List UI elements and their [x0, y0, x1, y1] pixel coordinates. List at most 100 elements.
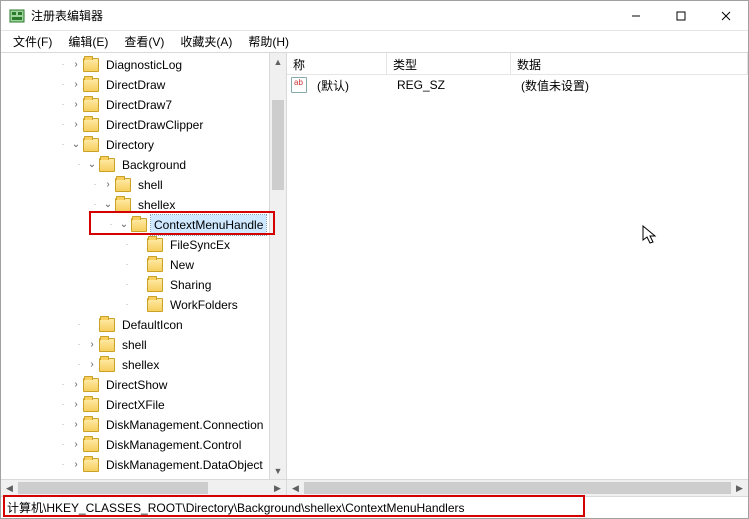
tree-connector: · — [73, 355, 85, 375]
tree-connector: · — [121, 235, 133, 255]
tree-node[interactable]: ·›DirectXFile — [1, 395, 286, 415]
chevron-right-icon[interactable]: › — [69, 398, 83, 412]
tree-node-label: ContextMenuHandle — [151, 215, 266, 235]
chevron-right-icon[interactable]: › — [69, 78, 83, 92]
tree-node[interactable]: ·›DiskManagement.Connection — [1, 415, 286, 435]
col-data[interactable]: 数据 — [511, 53, 748, 74]
list-body[interactable]: (默认)REG_SZ(数值未设置) — [287, 75, 748, 95]
values-hscrollbar[interactable]: ◀ ▶ — [287, 479, 748, 496]
chevron-right-icon[interactable]: › — [69, 98, 83, 112]
tree-node[interactable]: ·⌄Directory — [1, 135, 286, 155]
chevron-right-icon[interactable]: › — [85, 358, 99, 372]
registry-tree[interactable]: ·›DiagnosticLog·›DirectDraw·›DirectDraw7… — [1, 53, 286, 477]
close-button[interactable] — [703, 1, 748, 31]
chevron-right-icon[interactable]: › — [69, 58, 83, 72]
tree-node-label: DefaultIcon — [119, 315, 186, 335]
scroll-up-icon[interactable]: ▲ — [270, 53, 286, 70]
list-row[interactable]: (默认)REG_SZ(数值未设置) — [287, 75, 748, 95]
folder-icon — [99, 358, 115, 372]
folder-icon — [83, 138, 99, 152]
folder-icon — [83, 458, 99, 472]
tree-node[interactable]: ·New — [1, 255, 286, 275]
scroll-thumb[interactable] — [272, 100, 284, 190]
tree-node[interactable]: ·⌄ContextMenuHandle — [1, 215, 286, 235]
chevron-right-icon[interactable]: › — [69, 458, 83, 472]
folder-icon — [83, 398, 99, 412]
folder-icon — [115, 178, 131, 192]
tree-node[interactable]: ·›DiskManagement.Control — [1, 435, 286, 455]
tree-node-label: WorkFolders — [167, 295, 241, 315]
menu-edit[interactable]: 编辑(E) — [60, 31, 116, 52]
tree-node[interactable]: ·⌄Background — [1, 155, 286, 175]
scroll-left-icon[interactable]: ◀ — [1, 480, 18, 497]
chevron-right-icon[interactable]: › — [85, 338, 99, 352]
tree-twisty-none — [133, 298, 147, 312]
tree-node[interactable]: ·›shellex — [1, 355, 286, 375]
tree-node[interactable]: ·›DirectDraw — [1, 75, 286, 95]
tree-connector: · — [57, 75, 69, 95]
tree-node-label: DirectDrawClipper — [103, 115, 206, 135]
tree-node-label: shellex — [135, 195, 178, 215]
tree-node[interactable]: ·› DirectDrawClipper — [1, 115, 286, 135]
chevron-down-icon[interactable]: ⌄ — [85, 158, 99, 172]
menu-help[interactable]: 帮助(H) — [240, 31, 297, 52]
tree-connector: · — [57, 415, 69, 435]
tree-connector: · — [89, 175, 101, 195]
cell-name: (默认) — [311, 77, 391, 94]
main-split: ·›DiagnosticLog·›DirectDraw·›DirectDraw7… — [1, 53, 748, 496]
status-path: 计算机\HKEY_CLASSES_ROOT\Directory\Backgrou… — [7, 499, 465, 516]
scroll-down-icon[interactable]: ▼ — [270, 462, 286, 479]
tree-node[interactable]: ·›DirectDraw7 — [1, 95, 286, 115]
chevron-right-icon[interactable]: › — [69, 378, 83, 392]
chevron-down-icon[interactable]: ⌄ — [117, 218, 131, 232]
tree-node[interactable]: ·⌄ shellex — [1, 195, 286, 215]
menu-view[interactable]: 查看(V) — [116, 31, 172, 52]
tree-node-label: DiagnosticLog — [103, 55, 185, 75]
tree-pane: ·›DiagnosticLog·›DirectDraw·›DirectDraw7… — [1, 53, 287, 496]
tree-connector: · — [57, 55, 69, 75]
menu-favorites[interactable]: 收藏夹(A) — [172, 31, 240, 52]
folder-icon — [99, 318, 115, 332]
folder-icon — [83, 98, 99, 112]
scroll-left-icon[interactable]: ◀ — [287, 480, 304, 497]
chevron-down-icon[interactable]: ⌄ — [69, 138, 83, 152]
tree-node[interactable]: ·WorkFolders — [1, 295, 286, 315]
tree-node[interactable]: ·Sharing — [1, 275, 286, 295]
tree-node[interactable]: ·FileSyncEx — [1, 235, 286, 255]
statusbar: 计算机\HKEY_CLASSES_ROOT\Directory\Backgrou… — [1, 496, 748, 518]
tree-node[interactable]: ·›shell — [1, 175, 286, 195]
tree-connector: · — [57, 115, 69, 135]
tree-node-label: New — [167, 255, 197, 275]
scroll-right-icon[interactable]: ▶ — [269, 480, 286, 497]
tree-node-label: Background — [119, 155, 189, 175]
tree-vscrollbar[interactable]: ▲ ▼ — [269, 53, 286, 479]
tree-node-label: DiskManagement.DataObject — [103, 455, 266, 475]
minimize-button[interactable] — [613, 1, 658, 31]
maximize-button[interactable] — [658, 1, 703, 31]
tree-hscrollbar[interactable]: ◀ ▶ — [1, 479, 286, 496]
scroll-right-icon[interactable]: ▶ — [731, 480, 748, 497]
tree-connector: · — [89, 195, 101, 215]
folder-icon — [83, 418, 99, 432]
tree-node[interactable]: · DefaultIcon — [1, 315, 286, 335]
folder-icon — [99, 338, 115, 352]
col-name[interactable]: 称 — [287, 53, 387, 74]
tree-node[interactable]: ·›DirectShow — [1, 375, 286, 395]
tree-node[interactable]: ·›shell — [1, 335, 286, 355]
folder-icon — [83, 58, 99, 72]
scroll-thumb[interactable] — [18, 482, 208, 494]
scroll-thumb[interactable] — [304, 482, 731, 494]
col-type[interactable]: 类型 — [387, 53, 511, 74]
chevron-right-icon[interactable]: › — [69, 118, 83, 132]
tree-connector: · — [57, 135, 69, 155]
tree-connector: · — [121, 275, 133, 295]
chevron-right-icon[interactable]: › — [69, 438, 83, 452]
chevron-right-icon[interactable]: › — [101, 178, 115, 192]
tree-node[interactable]: ·› DiagnosticLog — [1, 55, 286, 75]
chevron-down-icon[interactable]: ⌄ — [101, 198, 115, 212]
folder-icon — [131, 218, 147, 232]
tree-node[interactable]: ·›DiskManagement.DataObject — [1, 455, 286, 475]
tree-connector: · — [73, 315, 85, 335]
menu-file[interactable]: 文件(F) — [5, 31, 60, 52]
chevron-right-icon[interactable]: › — [69, 418, 83, 432]
